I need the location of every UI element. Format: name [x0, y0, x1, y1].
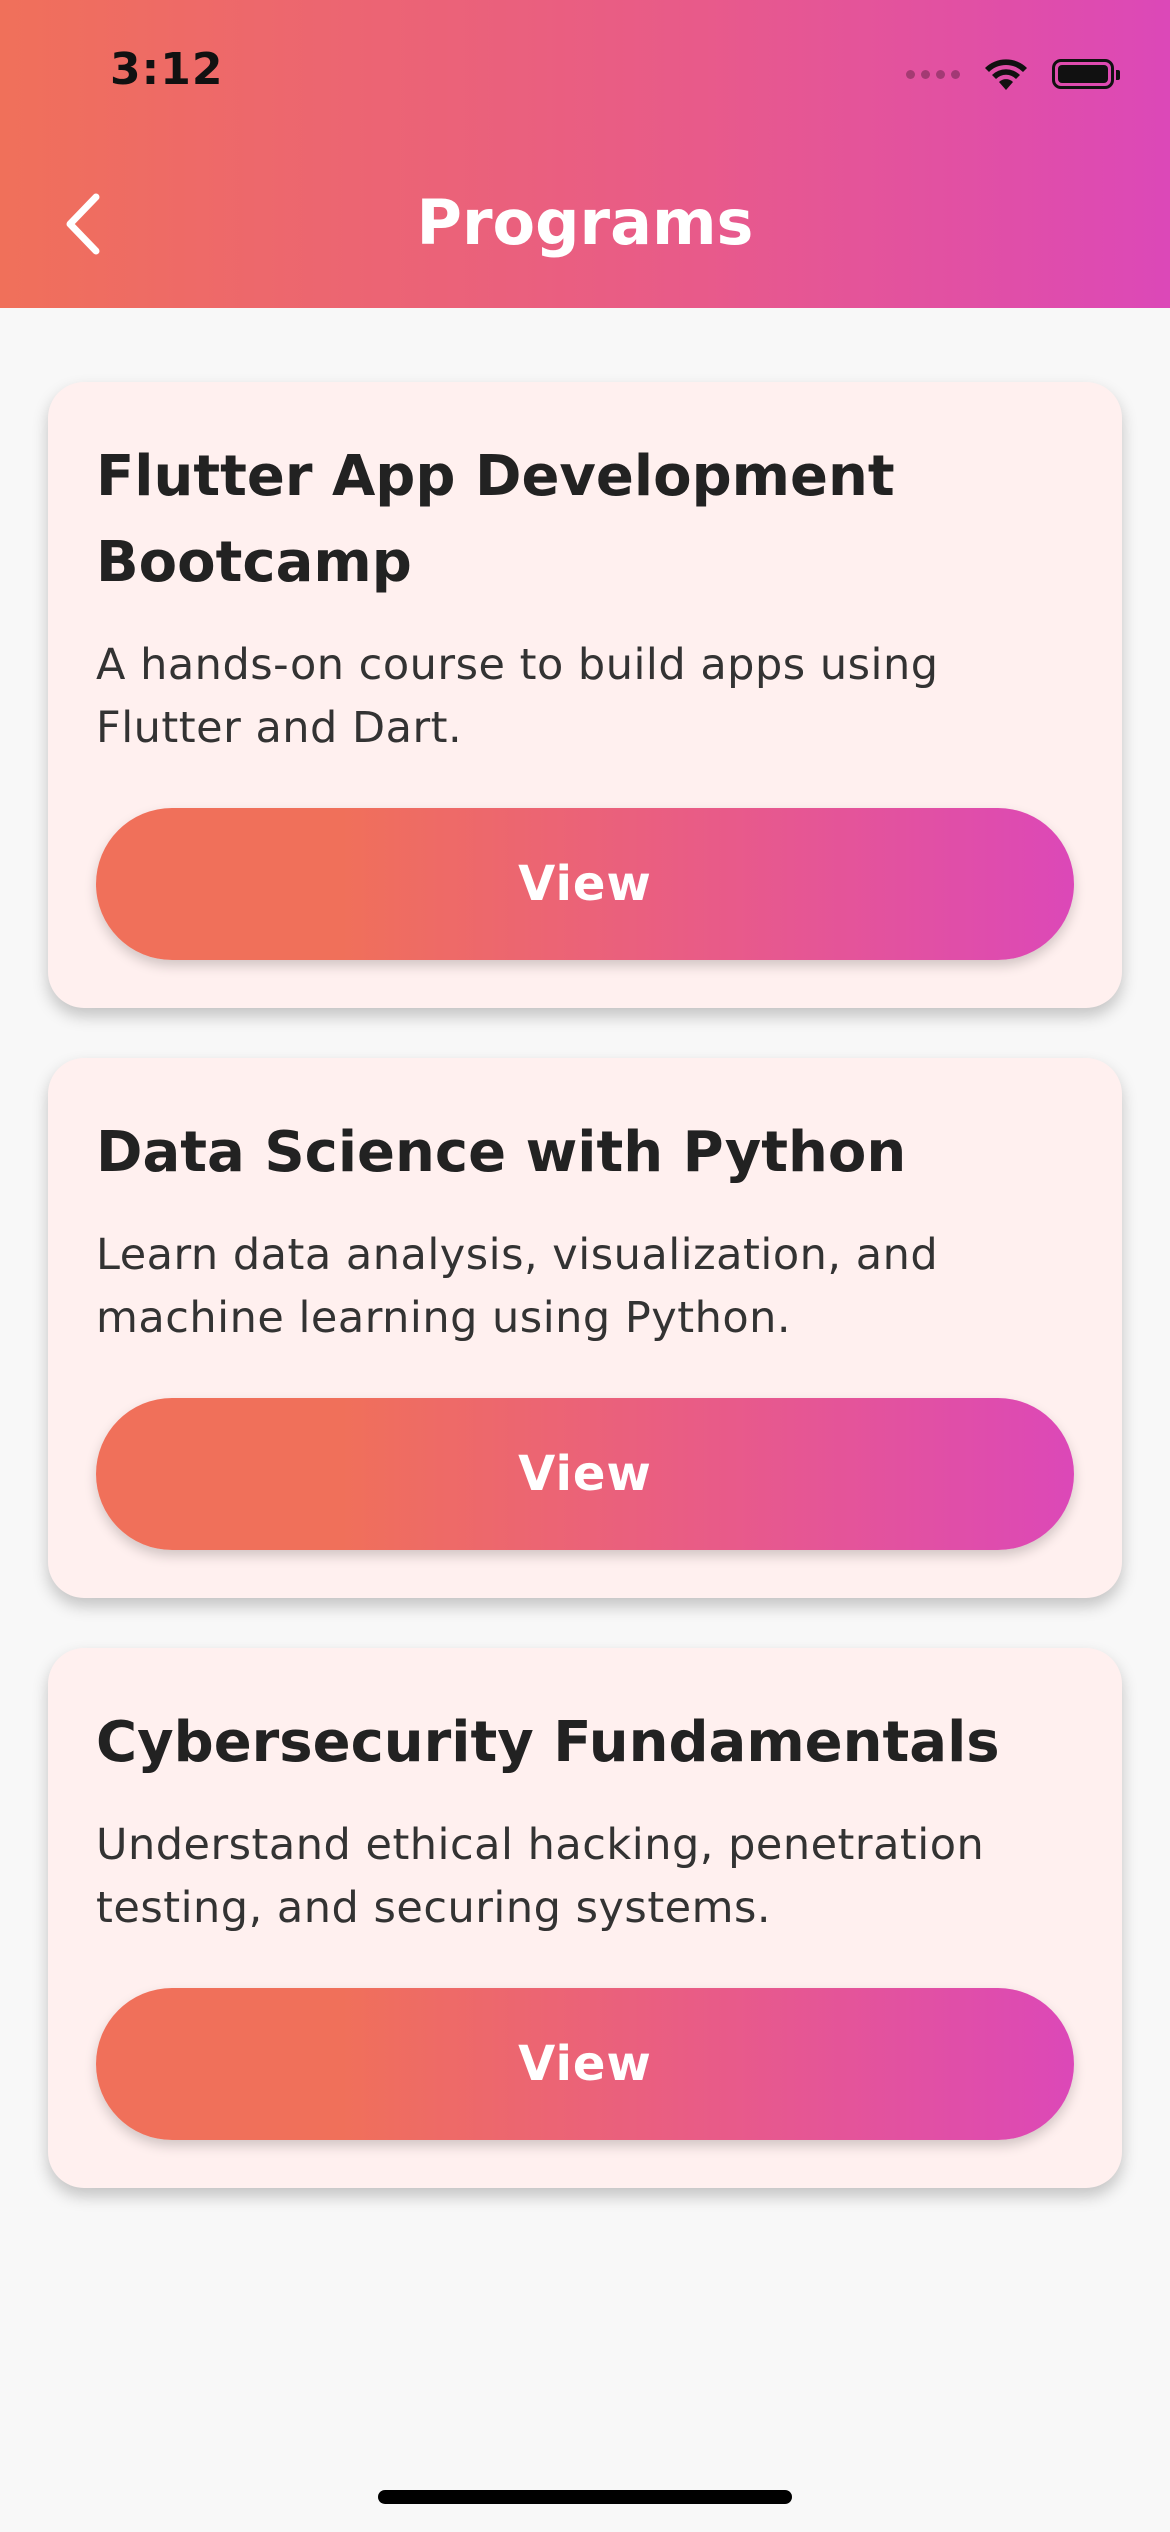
status-icons — [906, 50, 1120, 98]
cellular-signal-icon — [906, 69, 960, 79]
program-card: Data Science with Python Learn data anal… — [48, 1058, 1122, 1598]
program-title: Data Science with Python — [96, 1120, 907, 1185]
program-title: Flutter App Development Bootcamp — [96, 444, 895, 595]
page-title: Programs — [416, 186, 754, 259]
program-description: Understand ethical hacking, penetration … — [96, 1820, 985, 1933]
view-button[interactable]: View — [96, 1988, 1074, 2140]
program-description: Learn data analysis, visualization, and … — [96, 1230, 939, 1343]
program-title: Cybersecurity Fundamentals — [96, 1710, 1000, 1775]
program-card: Cybersecurity Fundamentals Understand et… — [48, 1648, 1122, 2188]
program-list: Flutter App Development Bootcamp A hands… — [48, 382, 1122, 2238]
program-card: Flutter App Development Bootcamp A hands… — [48, 382, 1122, 1008]
home-indicator[interactable] — [378, 2490, 792, 2504]
view-button[interactable]: View — [96, 808, 1074, 960]
wifi-icon — [985, 59, 1027, 90]
battery-icon — [1052, 59, 1120, 89]
program-description: A hands-on course to build apps using Fl… — [96, 640, 939, 753]
view-button[interactable]: View — [96, 1398, 1074, 1550]
app-header: 3:12 Programs — [0, 0, 1170, 308]
status-time: 3:12 — [110, 44, 224, 95]
